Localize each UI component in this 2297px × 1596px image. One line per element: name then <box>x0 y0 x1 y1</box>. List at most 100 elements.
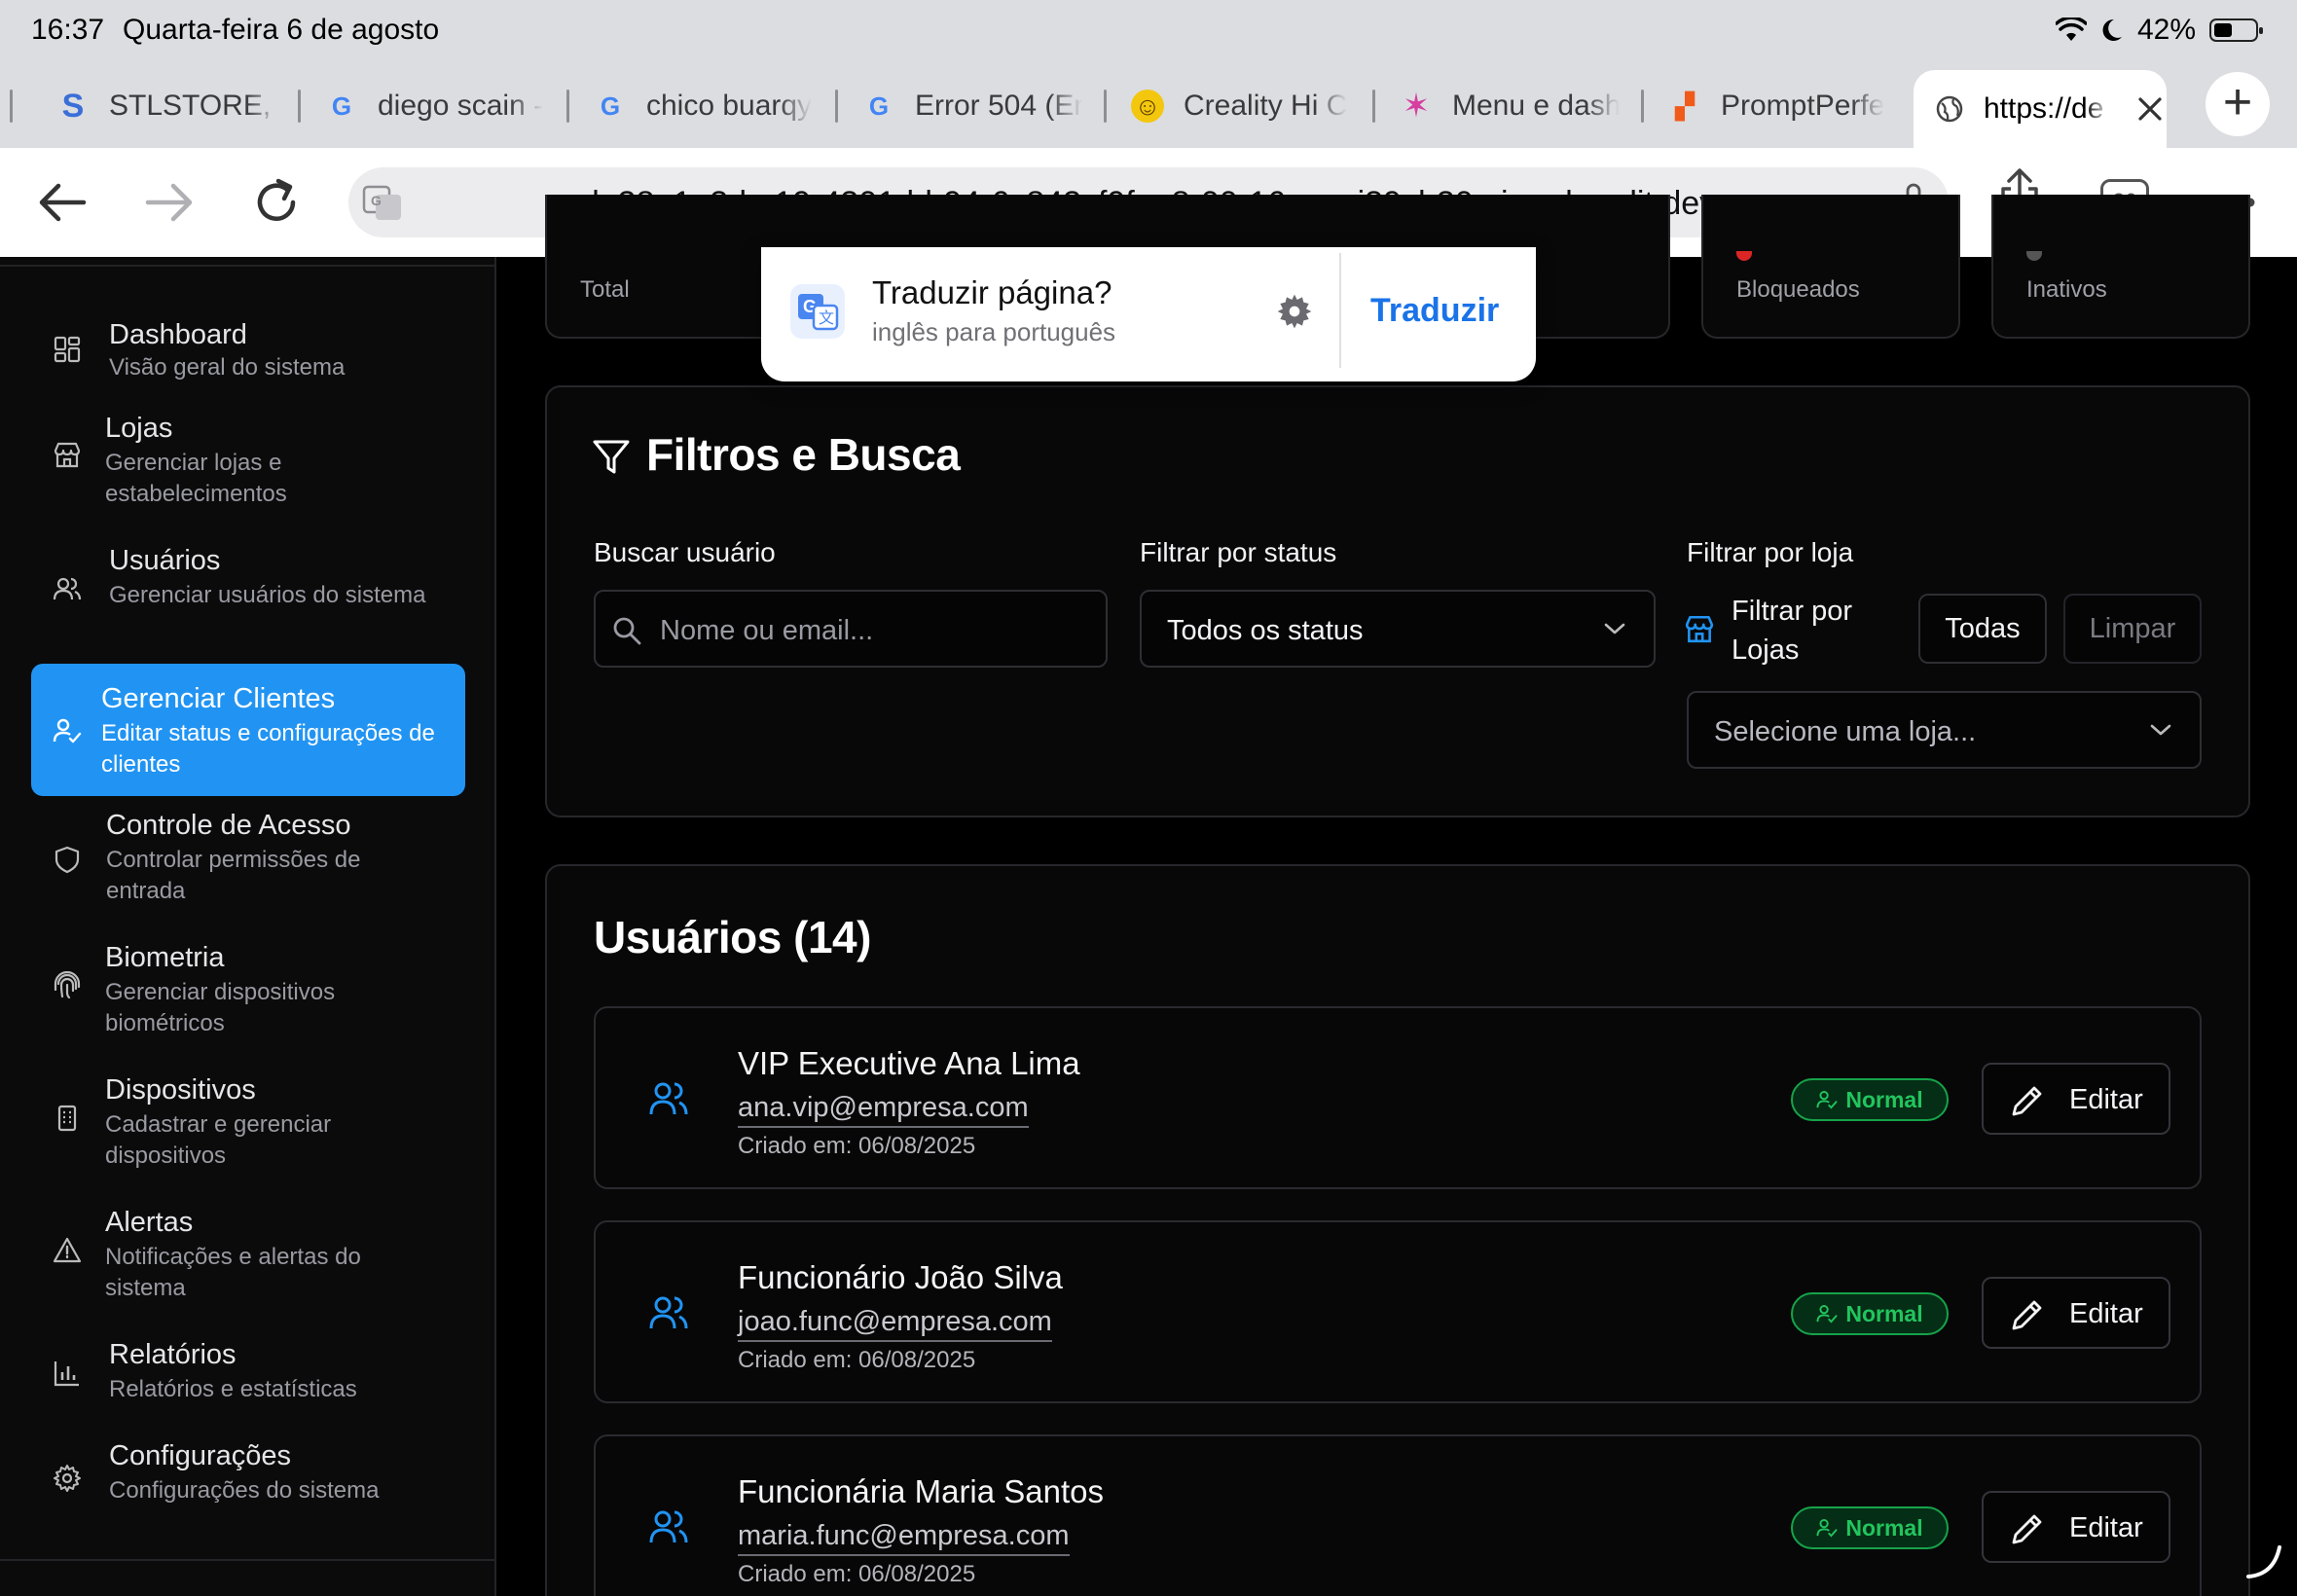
store-filter-text-line: Lojas <box>1732 635 1800 666</box>
user-check-icon <box>1816 1304 1838 1324</box>
tab-title: PromptPerfe <box>1721 90 1885 122</box>
status-bar: 16:37 Quarta-feira 6 de agosto 42% <box>0 0 2297 64</box>
sidebar-item-relatorios[interactable]: Relatórios Relatórios e estatísticas <box>31 1325 465 1413</box>
tab-separator <box>835 90 838 123</box>
user-check-icon <box>53 718 82 744</box>
sidebar-item-label: Controle de Acesso <box>106 810 351 841</box>
users-title: Usuários (14) <box>594 912 871 962</box>
tab-item[interactable]: G Error 504 (Er <box>862 64 1082 148</box>
status-badge-label: Normal <box>1845 1514 1923 1541</box>
sidebar-item-gerenciar-clientes[interactable]: Gerenciar Clientes Editar status e confi… <box>31 664 465 796</box>
edit-button[interactable]: Editar <box>1982 1491 2170 1563</box>
status-dot-icon <box>2026 251 2042 261</box>
tab-title: https://de <box>1984 92 2104 125</box>
status-time: 16:37 <box>31 14 105 46</box>
sidebar-item-subtitle: Notificações e alertas do sistema <box>105 1244 361 1301</box>
edit-button[interactable]: Editar <box>1982 1063 2170 1135</box>
edit-button-label: Editar <box>2069 1084 2143 1115</box>
status-filter-label: Filtrar por status <box>1140 537 1337 567</box>
sidebar-item-label: Alertas <box>105 1207 194 1238</box>
chevron-down-icon <box>1604 623 1625 635</box>
sidebar-item-dashboard[interactable]: Dashboard Visão geral do sistema <box>31 306 465 393</box>
sidebar-item-label: Gerenciar Clientes <box>101 683 336 714</box>
tab-separator <box>1104 90 1107 123</box>
sidebar-item-subtitle: Gerenciar lojas e estabelecimentos <box>105 450 287 507</box>
tab-title: Creality Hi C <box>1184 90 1348 122</box>
tab-separator <box>298 90 301 123</box>
status-badge-label: Normal <box>1845 1300 1923 1326</box>
sidebar-item-controle-acesso[interactable]: Controle de Acesso Controlar permissões … <box>31 796 465 913</box>
stat-label: Total <box>580 276 630 303</box>
new-tab-button[interactable]: + <box>2206 72 2270 136</box>
user-email[interactable]: maria.func@empresa.com <box>738 1520 1070 1556</box>
gear-icon[interactable] <box>1275 292 1314 331</box>
tab-item[interactable]: ☺ Creality Hi C <box>1131 64 1351 148</box>
reload-icon[interactable] <box>247 173 306 232</box>
search-input[interactable]: Nome ou email... <box>594 590 1108 668</box>
wifi-icon <box>2055 18 2087 41</box>
user-created-date: Criado em: 06/08/2025 <box>738 1133 976 1159</box>
sidebar-item-label: Configurações <box>109 1440 291 1471</box>
favicon-icon: S <box>61 87 85 125</box>
user-email[interactable]: ana.vip@empresa.com <box>738 1092 1029 1128</box>
user-row[interactable]: VIP Executive Ana Lima ana.vip@empresa.c… <box>594 1006 2202 1189</box>
tab-item[interactable]: G diego scain - <box>325 64 545 148</box>
forward-icon[interactable] <box>140 173 199 232</box>
translate-button[interactable]: Traduzir <box>1370 292 1499 330</box>
sidebar: Dashboard Visão geral do sistema Lojas G… <box>0 257 496 1596</box>
grid-icon <box>54 336 81 363</box>
status-badge: Normal <box>1791 1078 1949 1121</box>
status-date: Quarta-feira 6 de agosto <box>123 14 440 46</box>
user-name: Funcionária Maria Santos <box>738 1473 1105 1509</box>
tab-title: Menu e dash <box>1452 90 1620 122</box>
google-translate-icon: G文 <box>790 284 845 339</box>
store-select[interactable]: Selecione uma loja... <box>1687 691 2202 769</box>
sidebar-item-lojas[interactable]: Lojas Gerenciar lojas e estabelecimentos <box>31 399 465 516</box>
tab-item[interactable]: G chico buarqy <box>594 64 814 148</box>
smiley-icon: ☺ <box>1131 90 1164 123</box>
tab-separator <box>1641 90 1644 123</box>
stat-label: Inativos <box>2026 276 2107 303</box>
store-filter-text: Filtrar por Lojas <box>1732 592 1852 670</box>
tab-item[interactable]: ✶ Menu e dash <box>1400 64 1620 148</box>
users-icon <box>649 1510 688 1543</box>
all-stores-button[interactable]: Todas <box>1918 594 2047 664</box>
pencil-icon <box>2012 1300 2042 1330</box>
store-filter-label: Filtrar por loja <box>1687 537 1854 567</box>
translate-subtitle: inglês para português <box>872 317 1116 346</box>
status-badge: Normal <box>1791 1292 1949 1335</box>
clear-button[interactable]: Limpar <box>2063 594 2202 664</box>
device-icon <box>57 1105 77 1132</box>
translate-popup: G文 Traduzir página? inglês para portuguê… <box>761 247 1536 381</box>
sidebar-item-configuracoes[interactable]: Configurações Configurações do sistema <box>31 1427 465 1514</box>
sidebar-item-biometria[interactable]: Biometria Gerenciar dispositivos biométr… <box>31 928 465 1045</box>
gear-icon <box>54 1465 81 1492</box>
tab-item[interactable]: S STLSTORE, a <box>56 64 280 148</box>
user-row[interactable]: Funcionário João Silva joao.func@empresa… <box>594 1220 2202 1403</box>
prompt-icon: ▞ <box>1675 91 1695 121</box>
edit-button[interactable]: Editar <box>1982 1277 2170 1349</box>
tab-title: diego scain - <box>378 90 544 122</box>
sidebar-item-usuarios[interactable]: Usuários Gerenciar usuários do sistema <box>31 531 465 648</box>
alert-icon <box>53 1237 82 1263</box>
tab-item[interactable]: ▞ PromptPerfe <box>1668 64 1888 148</box>
filter-icon <box>593 440 630 474</box>
sidebar-item-alertas[interactable]: Alertas Notificações e alertas do sistem… <box>31 1193 465 1310</box>
user-row[interactable]: Funcionária Maria Santos maria.func@empr… <box>594 1434 2202 1596</box>
user-email[interactable]: joao.func@empresa.com <box>738 1306 1052 1342</box>
close-tab-icon[interactable] <box>2135 94 2165 124</box>
battery-percent: 42% <box>2136 14 2196 46</box>
back-icon[interactable] <box>33 173 91 232</box>
status-select[interactable]: Todos os status <box>1140 590 1656 668</box>
sidebar-item-label: Lojas <box>105 413 173 444</box>
resize-corner-icon[interactable] <box>2244 1542 2283 1580</box>
tab-active[interactable]: https://de <box>1914 70 2167 148</box>
google-icon: G <box>331 91 352 121</box>
tab-bar: S STLSTORE, a G diego scain - G chico bu… <box>0 64 2297 148</box>
sidebar-item-dispositivos[interactable]: Dispositivos Cadastrar e gerenciar dispo… <box>31 1061 465 1178</box>
sidebar-item-label: Biometria <box>105 942 225 973</box>
sidebar-divider <box>0 265 494 267</box>
translate-divider <box>1339 253 1341 368</box>
filters-title: Filtros e Busca <box>646 429 961 480</box>
status-dot-icon <box>1736 251 1752 261</box>
